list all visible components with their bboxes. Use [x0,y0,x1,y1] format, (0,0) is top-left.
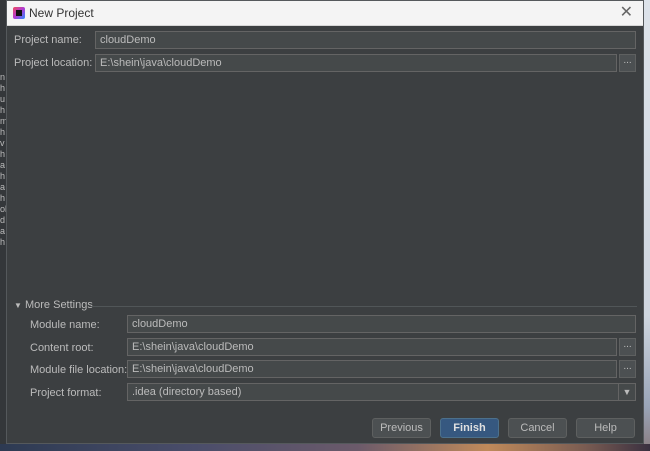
section-divider [91,306,637,307]
module-name-label: Module name: [30,319,100,331]
close-icon[interactable]: ✕ [620,4,633,22]
content-root-browse-button[interactable]: ... [619,338,636,356]
module-file-location-browse-button[interactable]: ... [619,360,636,378]
cancel-button[interactable]: Cancel [508,418,567,438]
module-name-input[interactable]: cloudDemo [127,315,636,333]
window-title: New Project [29,6,94,20]
background-right-edge [644,0,650,451]
project-location-browse-button[interactable]: ... [619,54,636,72]
content-root-input[interactable]: E:\shein\java\cloudDemo [127,338,617,356]
previous-button[interactable]: Previous [372,418,431,438]
module-file-location-input[interactable]: E:\shein\java\cloudDemo [127,360,617,378]
background-wallpaper-strip [0,444,650,451]
title-bar: New Project ✕ [7,1,643,26]
project-location-input[interactable]: E:\shein\java\cloudDemo [95,54,617,72]
project-format-label: Project format: [30,387,102,399]
triangle-down-icon: ▼ [14,301,22,310]
new-project-dialog: New Project ✕ Project name: cloudDemo Pr… [6,0,644,444]
content-root-label: Content root: [30,342,94,354]
project-format-value: .idea (directory based) [132,386,242,398]
project-name-input[interactable]: cloudDemo [95,31,636,49]
project-format-select[interactable]: .idea (directory based) ▼ [127,383,636,401]
more-settings-toggle[interactable]: ▼ More Settings [14,299,93,311]
project-name-label: Project name: [14,34,82,46]
dropdown-arrow-icon: ▼ [618,384,635,400]
intellij-app-icon [13,7,25,19]
module-file-location-label: Module file location: [30,364,128,376]
project-location-label: Project location: [14,57,93,69]
finish-button[interactable]: Finish [440,418,499,438]
more-settings-label: More Settings [24,299,93,311]
help-button[interactable]: Help [576,418,635,438]
